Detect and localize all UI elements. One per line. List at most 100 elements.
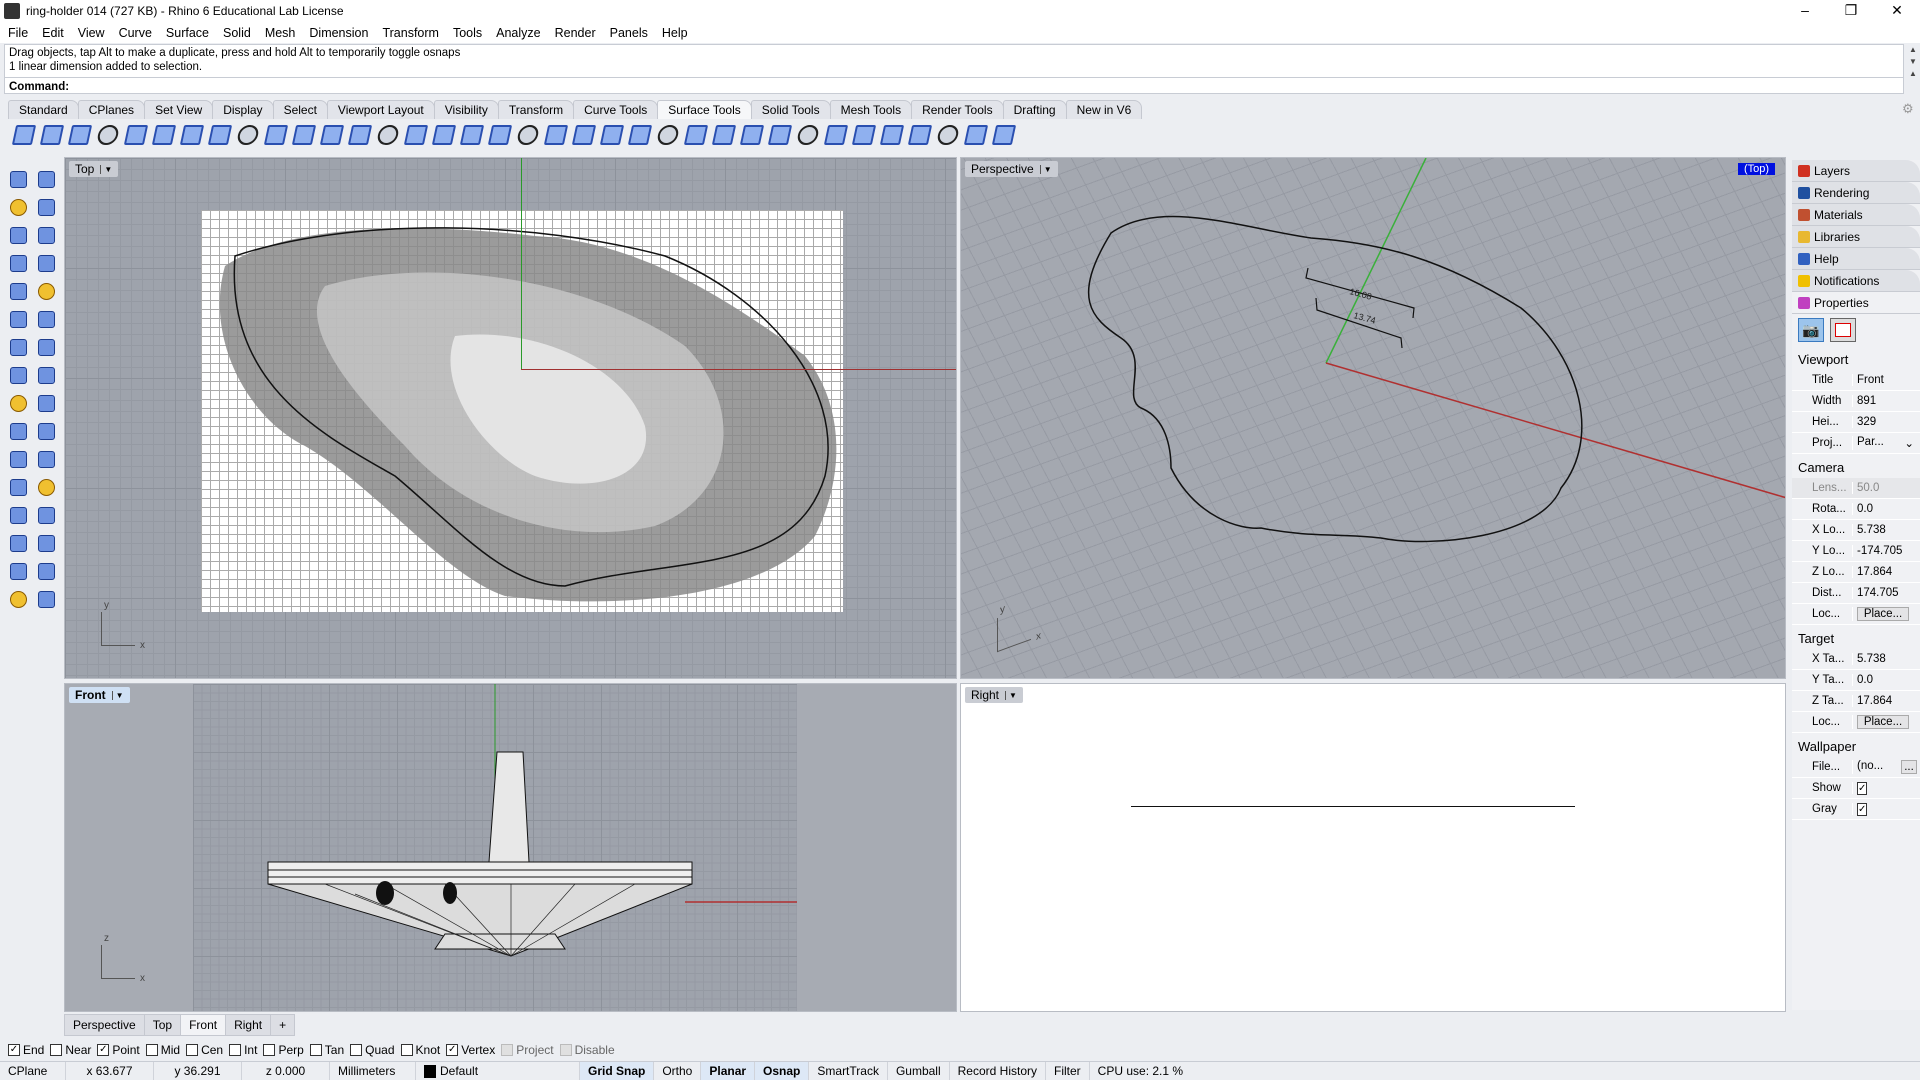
line-icon[interactable] <box>32 193 60 221</box>
property-value[interactable]: 17.864 <box>1852 566 1920 578</box>
grid-icon[interactable] <box>32 585 60 613</box>
tab-curve-tools[interactable]: Curve Tools <box>573 100 659 119</box>
rail-revolve-icon[interactable] <box>178 121 202 145</box>
property-value[interactable]: Place... <box>1852 715 1920 729</box>
units-label[interactable]: Millimeters <box>330 1062 416 1080</box>
viewport-label-perspective[interactable]: Perspective ▼ <box>965 161 1058 177</box>
grid-snap-toggle[interactable]: Grid Snap <box>580 1062 655 1080</box>
property-value[interactable]: Front <box>1852 374 1920 386</box>
tab-viewport-layout[interactable]: Viewport Layout <box>326 100 435 119</box>
fit-icon[interactable] <box>486 121 510 145</box>
checkbox[interactable] <box>50 1044 63 1056</box>
menu-edit[interactable]: Edit <box>42 26 64 40</box>
viewport-tab-top[interactable]: Top <box>143 1014 182 1036</box>
viewport-label-top[interactable]: Top ▼ <box>69 161 119 177</box>
osnap-near[interactable]: Near <box>50 1043 91 1057</box>
menu-tools[interactable]: Tools <box>453 26 482 40</box>
property-value[interactable]: 5.738 <box>1852 524 1920 536</box>
cylinder-solid-icon[interactable] <box>4 389 32 417</box>
viewport-front[interactable]: Front ▼ zx <box>64 683 957 1012</box>
rotate-icon[interactable] <box>4 529 32 557</box>
osnap-vertex[interactable]: ✓ Vertex <box>446 1043 495 1057</box>
deg-icon[interactable] <box>514 121 538 145</box>
ellipse-icon[interactable] <box>4 277 32 305</box>
zebra-icon[interactable] <box>906 121 930 145</box>
viewport-label-right[interactable]: Right ▼ <box>965 687 1023 703</box>
osnap-project[interactable]: Project <box>501 1043 554 1057</box>
offset-surface-icon[interactable] <box>290 121 314 145</box>
menu-solid[interactable]: Solid <box>223 26 251 40</box>
twist-icon[interactable] <box>766 121 790 145</box>
smarttrack-toggle[interactable]: SmartTrack <box>809 1062 888 1080</box>
move-icon[interactable] <box>4 501 32 529</box>
checkbox[interactable] <box>186 1044 199 1056</box>
checkbox[interactable] <box>145 1044 158 1056</box>
property-value[interactable]: 174.705 <box>1852 587 1920 599</box>
osnap-quad[interactable]: Quad <box>350 1043 395 1057</box>
checkbox[interactable]: ✓ <box>446 1044 459 1056</box>
point-icon[interactable] <box>32 165 60 193</box>
control-points-icon[interactable] <box>626 121 650 145</box>
surface-from-planar-curves-icon[interactable] <box>66 121 90 145</box>
menu-view[interactable]: View <box>78 26 105 40</box>
record-history-toggle[interactable]: Record History <box>950 1062 1046 1080</box>
cplane-label[interactable]: CPlane <box>0 1062 66 1080</box>
viewport-tab-right[interactable]: Right <box>225 1014 272 1036</box>
place-button[interactable]: Place... <box>1857 607 1909 621</box>
curvature-analysis-icon[interactable] <box>878 121 902 145</box>
osnap-perp[interactable]: Perp <box>263 1043 304 1057</box>
gumball-toggle[interactable]: Gumball <box>888 1062 950 1080</box>
extrude-icon[interactable] <box>32 333 60 361</box>
tab-new-in-v6[interactable]: New in V6 <box>1065 100 1143 119</box>
group-icon[interactable] <box>4 585 32 613</box>
viewport-frame-icon[interactable] <box>1830 318 1856 342</box>
property-value[interactable]: (no...... <box>1852 760 1920 774</box>
panel-tab-notifications[interactable]: Notifications <box>1792 270 1920 292</box>
polygon-icon[interactable] <box>32 277 60 305</box>
copy-icon[interactable] <box>32 501 60 529</box>
osnap-knot[interactable]: Knot <box>400 1043 440 1057</box>
join-icon[interactable] <box>4 445 32 473</box>
menu-surface[interactable]: Surface <box>166 26 209 40</box>
blend-surface-icon[interactable] <box>262 121 286 145</box>
select-icon[interactable] <box>4 165 32 193</box>
osnap-tan[interactable]: Tan <box>309 1043 344 1057</box>
unroll-icon[interactable] <box>822 121 846 145</box>
property-value[interactable]: Par... ⌄ <box>1852 436 1920 450</box>
panel-tab-rendering[interactable]: Rendering <box>1792 182 1920 204</box>
split-icon[interactable] <box>32 473 60 501</box>
merge-surface-icon[interactable] <box>458 121 482 145</box>
trim-icon[interactable] <box>4 473 32 501</box>
panel-tab-libraries[interactable]: Libraries <box>1792 226 1920 248</box>
menu-help[interactable]: Help <box>662 26 688 40</box>
property-value[interactable]: 0.0 <box>1852 674 1920 686</box>
loft-icon[interactable] <box>150 121 174 145</box>
dropdown-arrow-icon[interactable]: ▼ <box>1005 690 1017 700</box>
shrink-trimmed-icon[interactable] <box>850 121 874 145</box>
viewport-right[interactable]: Right ▼ <box>960 683 1786 1012</box>
patch-icon[interactable] <box>374 121 398 145</box>
project-down-icon[interactable] <box>990 121 1014 145</box>
property-value[interactable]: 17.864 <box>1852 695 1920 707</box>
menu-curve[interactable]: Curve <box>119 26 152 40</box>
command-scrollbar[interactable]: ▲ ▼ ▲ <box>1906 44 1920 94</box>
gray-checkbox[interactable]: ✓ <box>1857 803 1868 816</box>
show-checkbox[interactable]: ✓ <box>1857 782 1868 795</box>
osnap-mid[interactable]: Mid <box>145 1043 180 1057</box>
curve-icon[interactable] <box>4 221 32 249</box>
checkbox[interactable] <box>263 1044 276 1056</box>
cylinder-icon[interactable] <box>682 121 706 145</box>
sphere-icon[interactable] <box>32 361 60 389</box>
boolean-union-icon[interactable] <box>4 417 32 445</box>
menu-panels[interactable]: Panels <box>610 26 648 40</box>
panel-tab-layers[interactable]: Layers <box>1792 160 1920 182</box>
draft-angle-icon[interactable] <box>934 121 958 145</box>
box-icon[interactable] <box>4 361 32 389</box>
menu-mesh[interactable]: Mesh <box>265 26 296 40</box>
checkbox[interactable] <box>309 1044 322 1056</box>
bend-icon[interactable] <box>794 121 818 145</box>
osnap-disable[interactable]: Disable <box>559 1043 615 1057</box>
dropdown-chevron-icon[interactable]: ⌄ <box>1904 436 1914 450</box>
sweep1-icon[interactable] <box>206 121 230 145</box>
dropdown-arrow-icon[interactable]: ▼ <box>100 164 112 174</box>
